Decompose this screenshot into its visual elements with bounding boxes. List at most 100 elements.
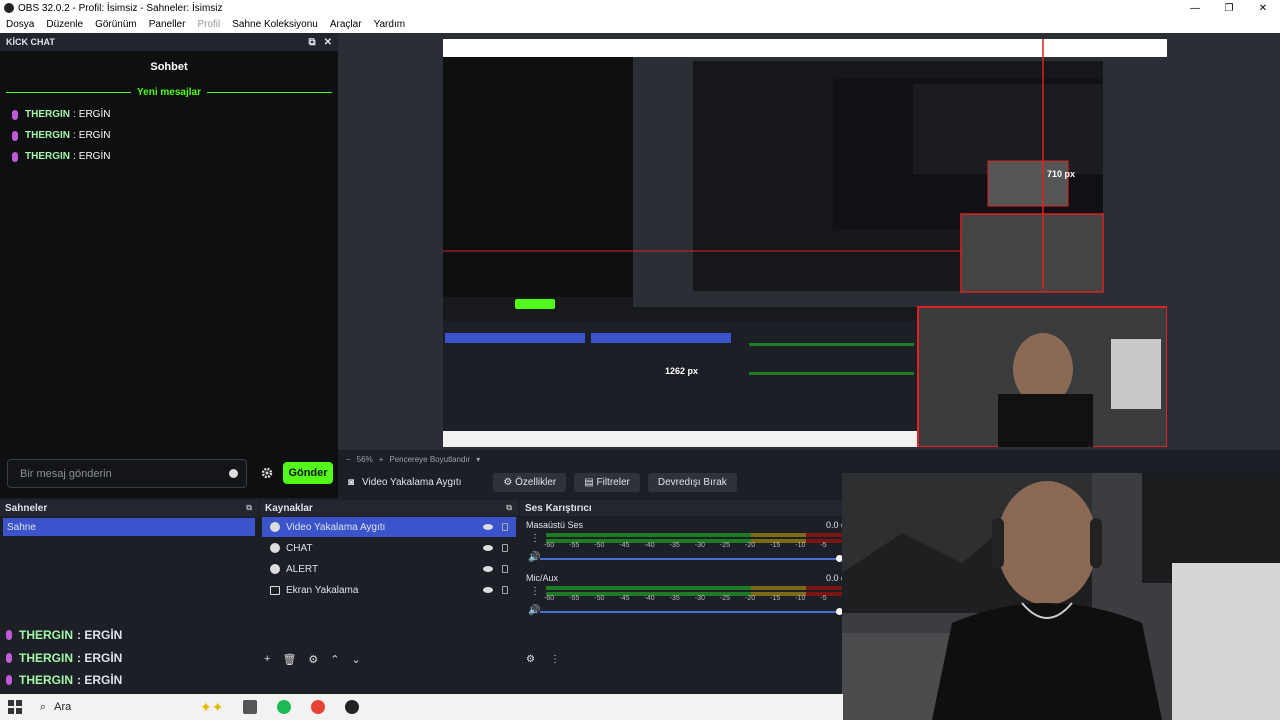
mixer-track-name: Mic/Aux	[526, 573, 559, 583]
overlay-chat-message: THERGIN: ERGİN	[6, 647, 122, 669]
source-toolbar: + 🗑 ⚙ ⌃ ⌄	[264, 653, 361, 666]
sources-header: Kaynaklar ⧉	[260, 500, 518, 516]
filters-button[interactable]: ▤ Filtreler	[574, 472, 640, 492]
mic-icon	[6, 653, 12, 663]
mixer-header: Ses Karıştırıcı	[520, 500, 842, 516]
mic-icon	[6, 630, 12, 640]
height-indicator: 710 px	[1047, 169, 1076, 179]
browser-icon	[270, 543, 280, 553]
move-up-icon[interactable]: ⌃	[330, 653, 339, 666]
kebab-menu-icon[interactable]: ⋮	[550, 654, 560, 665]
context-source-name: Video Yakalama Aygıtı	[362, 476, 462, 488]
fit-window-label[interactable]: Pencereye Boyutlandır	[389, 455, 470, 464]
windows-taskbar: ⌕ Ara ✦✦	[0, 694, 843, 720]
windows-start-icon[interactable]	[8, 700, 22, 714]
chevron-down-icon[interactable]: ▾	[476, 455, 480, 464]
zoom-row: − 56% + Pencereye Boyutlandır ▾	[346, 452, 480, 466]
visibility-eye-icon[interactable]	[483, 587, 493, 593]
monitor-icon	[270, 585, 280, 595]
search-icon: ⌕	[40, 700, 47, 713]
lock-icon[interactable]	[502, 544, 508, 552]
menu-view[interactable]: Görünüm	[89, 19, 143, 30]
window-titlebar: OBS 32.0.2 - Profil: İsimsiz - Sahneler:…	[0, 0, 1280, 16]
source-item[interactable]: CHAT	[262, 538, 516, 558]
zoom-in-icon[interactable]: +	[379, 455, 384, 464]
scenes-header: Sahneler ⧉	[0, 500, 258, 516]
mixer-settings-icon[interactable]: ⚙	[526, 654, 535, 665]
chat-title: Sohbet	[150, 61, 188, 73]
deactivate-button[interactable]: Devredışı Bırak	[647, 472, 737, 492]
menu-profile[interactable]: Profil	[191, 19, 226, 30]
undock-icon[interactable]: ⧉	[308, 37, 315, 48]
zoom-out-icon[interactable]: −	[346, 455, 351, 464]
scene-item[interactable]: Sahne	[3, 518, 255, 536]
menu-scene-collection[interactable]: Sahne Koleksiyonu	[226, 19, 324, 30]
lock-icon[interactable]	[502, 523, 508, 531]
minimize-icon[interactable]: —	[1178, 3, 1212, 14]
menu-file[interactable]: Dosya	[0, 19, 40, 30]
visibility-eye-icon[interactable]	[483, 566, 493, 572]
undock-icon[interactable]: ⧉	[246, 503, 252, 513]
webcam-image	[842, 473, 1280, 720]
mic-icon	[12, 109, 18, 120]
zoom-level: 56%	[356, 454, 373, 464]
close-icon[interactable]: ✕	[1246, 3, 1280, 14]
mic-icon	[6, 675, 12, 685]
recursive-screen-capture	[443, 39, 1167, 447]
move-down-icon[interactable]: ⌄	[352, 653, 361, 666]
menu-help[interactable]: Yardım	[368, 19, 412, 30]
new-messages-divider: Yeni mesajlar	[6, 87, 332, 98]
speaker-icon[interactable]: 🔊	[528, 552, 540, 563]
chat-message-input[interactable]: Bir mesaj gönderin	[7, 459, 247, 488]
lock-icon[interactable]	[502, 586, 508, 594]
spotify-icon[interactable]	[277, 700, 292, 714]
source-context-bar: ◙ Video Yakalama Aygıtı ⚙ Özellikler ▤ F…	[338, 470, 842, 494]
mic-icon	[12, 130, 18, 141]
lock-icon[interactable]	[502, 565, 508, 573]
trash-icon[interactable]: 🗑	[282, 653, 296, 666]
kebab-menu-icon[interactable]: ⋮	[530, 586, 540, 597]
volume-meter	[546, 533, 842, 537]
task-view-icon[interactable]	[243, 700, 258, 714]
browser-icon	[270, 564, 280, 574]
speaker-icon[interactable]: 🔊	[528, 605, 540, 616]
chat-message: THERGIN: ERGİN	[0, 146, 338, 167]
sparkle-icon[interactable]: ✦✦	[200, 699, 223, 716]
window-title: OBS 32.0.2 - Profil: İsimsiz - Sahneler:…	[18, 2, 223, 14]
volume-meter	[546, 586, 842, 590]
menu-docks[interactable]: Paneller	[143, 19, 192, 30]
chat-dock-header: KİCK CHAT ⧉ ✕	[0, 33, 338, 51]
source-item[interactable]: ALERT	[262, 559, 516, 579]
dock-close-icon[interactable]: ✕	[324, 37, 332, 48]
source-item[interactable]: Video Yakalama Aygıtı	[262, 517, 516, 537]
taskbar-search[interactable]: ⌕ Ara	[40, 701, 190, 714]
volume-slider[interactable]	[540, 608, 843, 615]
nested-preview-capture: 1262 px 710 px	[443, 39, 1167, 447]
send-button[interactable]: Gönder	[283, 462, 333, 484]
menu-edit[interactable]: Düzenle	[40, 19, 89, 30]
menu-tools[interactable]: Araçlar	[324, 19, 368, 30]
add-icon[interactable]: +	[264, 653, 270, 666]
undock-icon[interactable]: ⧉	[506, 503, 512, 513]
chrome-icon[interactable]	[311, 700, 326, 714]
width-indicator: 1262 px	[665, 366, 699, 376]
sources-dock: Kaynaklar ⧉ Video Yakalama Aygıtı CHAT AL…	[260, 500, 518, 675]
overlay-chat-message: THERGIN: ERGİN	[6, 669, 122, 691]
webcam-overlay	[842, 473, 1280, 720]
maximize-icon[interactable]: ❐	[1212, 3, 1246, 14]
chat-message: THERGIN: ERGİN	[0, 104, 338, 125]
source-item[interactable]: Ekran Yakalama	[262, 580, 516, 600]
mic-icon	[12, 151, 18, 162]
volume-slider[interactable]	[540, 555, 843, 562]
visibility-eye-icon[interactable]	[483, 545, 493, 551]
obs-icon[interactable]	[345, 700, 360, 714]
obs-logo-icon	[4, 3, 14, 13]
visibility-eye-icon[interactable]	[483, 524, 493, 530]
chat-settings-gear-icon[interactable]	[261, 467, 273, 479]
overlay-chat-message: THERGIN: ERGİN	[6, 624, 122, 646]
kebab-menu-icon[interactable]: ⋮	[530, 533, 540, 544]
emoji-icon[interactable]	[229, 469, 238, 478]
gear-icon[interactable]: ⚙	[308, 653, 318, 666]
camera-icon: ◙	[348, 476, 355, 488]
properties-button[interactable]: ⚙ Özellikler	[493, 472, 567, 492]
